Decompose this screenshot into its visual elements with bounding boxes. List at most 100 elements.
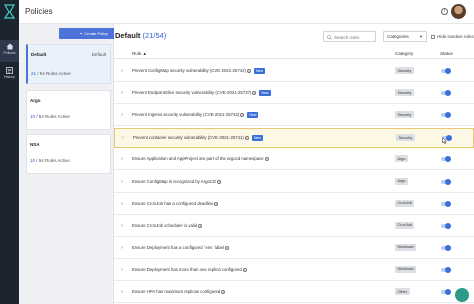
table-row[interactable]: › Prevent container security vulnerabilit…	[114, 128, 474, 149]
info-icon[interactable]: i	[244, 136, 249, 141]
policy-card-argo[interactable]: Argo 10 / 54 Rules Active	[26, 90, 111, 130]
expand-chevron-icon[interactable]: ›	[121, 289, 123, 295]
info-icon[interactable]: i	[224, 245, 229, 250]
rule-name: Ensure Deployment has a configured `env`…	[132, 245, 229, 250]
status-toggle[interactable]	[441, 200, 451, 207]
expand-chevron-icon[interactable]: ›	[121, 245, 123, 251]
category-tag: Workload	[395, 243, 416, 251]
status-toggle[interactable]	[441, 266, 451, 273]
info-icon[interactable]: i	[217, 179, 222, 184]
rule-label: Prevent Ingress security vulnerability (…	[132, 112, 240, 118]
policy-name: Argo	[30, 98, 41, 103]
policy-name: Default	[31, 52, 47, 57]
hide-inactive-checkbox[interactable]: Hide inactive rules	[431, 34, 474, 39]
status-toggle[interactable]	[441, 156, 451, 163]
policy-title-name: Default	[115, 31, 141, 40]
category-tag: Security	[395, 89, 414, 97]
rule-header-label: Rule	[132, 51, 142, 56]
rules-total: / 54 Rules Active	[36, 71, 71, 76]
search-input[interactable]	[334, 33, 374, 41]
column-header-category: Category	[395, 51, 414, 56]
table-row[interactable]: › Ensure ConfigMap is recognized by ArgoC…	[114, 173, 474, 193]
column-header-rule[interactable]: Rule ▲	[132, 51, 147, 56]
expand-chevron-icon[interactable]: ›	[121, 90, 123, 96]
rule-name: Ensure CronJob has a configured deadline…	[132, 201, 219, 206]
category-select[interactable]: Categories ▼	[383, 31, 427, 42]
toggle-knob	[445, 244, 451, 251]
table-row[interactable]: › Ensure Deployment has more than one rep…	[114, 261, 474, 281]
category-tag: Argo	[395, 155, 409, 163]
toggle-knob	[445, 289, 451, 295]
category-select-value: Categories	[387, 34, 409, 39]
category-tag: Security	[395, 67, 414, 74]
status-toggle[interactable]	[441, 289, 451, 295]
status-toggle[interactable]	[441, 244, 451, 251]
search-icon	[327, 34, 332, 40]
nav-item-policies[interactable]: Policies	[0, 40, 19, 62]
plus-icon: +	[79, 31, 83, 36]
info-icon[interactable]: i	[214, 201, 219, 206]
table-row[interactable]: › Prevent EndpointSlice security vulnerab…	[114, 84, 474, 105]
toggle-knob	[445, 68, 451, 74]
table-row[interactable]: › Prevent Ingress security vulnerability …	[114, 106, 474, 127]
chat-button[interactable]	[455, 288, 469, 302]
toggle-knob	[445, 156, 451, 163]
create-policy-label: Create Policy	[84, 31, 109, 36]
info-icon[interactable]: i	[198, 223, 203, 228]
avatar[interactable]	[451, 4, 466, 19]
table-row[interactable]: › Ensure CronJob scheduler is valid i CronJ…	[114, 217, 474, 237]
expand-chevron-icon[interactable]: ›	[121, 112, 123, 118]
table-row[interactable]: › Ensure HPA has maximum replicas configu…	[114, 283, 474, 303]
rules-active-count: 10 / 54 Rules Active	[30, 114, 70, 119]
expand-chevron-icon[interactable]: ›	[121, 201, 123, 207]
rule-name: Prevent Ingress security vulnerability (…	[132, 112, 259, 119]
info-icon[interactable]: i	[240, 113, 245, 118]
home-icon	[6, 43, 13, 50]
expand-chevron-icon[interactable]: ›	[122, 135, 124, 141]
table-row[interactable]: › Ensure Deployment has a configured `env…	[114, 239, 474, 259]
status-toggle[interactable]	[441, 178, 451, 185]
status-toggle[interactable]	[441, 222, 451, 229]
status-toggle[interactable]	[441, 68, 451, 74]
rule-name: Ensure CronJob scheduler is valid i	[132, 223, 203, 228]
rule-name: Ensure HPA has maximum replicas configur…	[132, 289, 226, 294]
table-header: Rule ▲ Category Status	[114, 48, 474, 59]
nav-item-history[interactable]: History	[0, 64, 19, 86]
info-icon[interactable]: i	[242, 267, 247, 272]
table-row[interactable]: › Ensure CronJob has a configured deadlin…	[114, 195, 474, 215]
table-row[interactable]: › Prevent ConfigMap security vulnerabilit…	[114, 62, 474, 82]
help-icon[interactable]: i	[441, 8, 448, 15]
expand-chevron-icon[interactable]: ›	[121, 267, 123, 273]
rule-label: Prevent container security vulnerability…	[133, 135, 244, 141]
checkbox-icon[interactable]	[431, 34, 435, 39]
status-toggle[interactable]	[441, 112, 451, 119]
rules-total: / 54 Rules Active	[35, 158, 70, 163]
table-row[interactable]: › Ensure Application and AppProject are p…	[114, 150, 474, 171]
search-field[interactable]	[323, 31, 376, 42]
expand-chevron-icon[interactable]: ›	[121, 156, 123, 162]
expand-chevron-icon[interactable]: ›	[121, 223, 123, 229]
rule-name: Prevent container security vulnerability…	[133, 135, 264, 142]
count-total: /54)	[153, 31, 167, 40]
expand-chevron-icon[interactable]: ›	[121, 68, 123, 74]
expand-chevron-icon[interactable]: ›	[121, 179, 123, 185]
logo-icon	[3, 4, 16, 19]
rules-total: / 54 Rules Active	[35, 114, 70, 119]
rule-label: Ensure ConfigMap is recognized by ArgoCD	[132, 178, 217, 184]
info-icon[interactable]: i	[246, 69, 251, 73]
info-icon[interactable]: i	[221, 290, 226, 294]
rule-label: Ensure HPA has maximum replicas configur…	[132, 289, 221, 294]
info-icon[interactable]: i	[252, 91, 257, 96]
policy-title: Default (21/54)	[115, 31, 166, 40]
policy-card-default[interactable]: Default Default 21 / 54 Rules Active	[26, 44, 111, 84]
status-toggle[interactable]	[441, 90, 451, 97]
rules-active-count: 21 / 54 Rules Active	[31, 71, 71, 76]
app-logo[interactable]	[0, 0, 19, 24]
new-badge: New	[251, 135, 264, 142]
rule-label: Prevent ConfigMap security vulnerability…	[132, 68, 246, 73]
sort-icon[interactable]: ▲	[143, 51, 147, 56]
policy-card-nsa[interactable]: NSA 10 / 54 Rules Active	[26, 134, 111, 174]
info-icon[interactable]: i	[264, 157, 269, 162]
category-tag: CronJob	[395, 199, 415, 207]
default-badge: Default	[91, 52, 106, 57]
